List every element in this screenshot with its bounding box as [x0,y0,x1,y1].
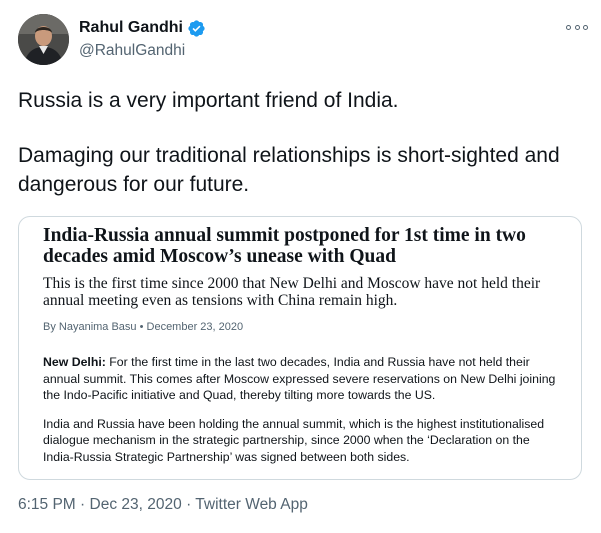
tweet: Rahul Gandhi @RahulGandhi Russia is a ve… [0,0,601,533]
article-preview: India-Russia annual summit postponed for… [43,225,563,465]
verified-badge-icon [187,19,206,38]
tweet-paragraph: Russia is a very important friend of Ind… [18,89,399,112]
tweet-text: Russia is a very important friend of Ind… [18,86,588,199]
article-standfirst: This is the first time since 2000 that N… [43,275,541,309]
article-headline: India-Russia annual summit postponed for… [43,225,526,267]
tweet-header: Rahul Gandhi @RahulGandhi [18,14,588,66]
display-name[interactable]: Rahul Gandhi [79,19,183,37]
link-card[interactable]: India-Russia annual summit postponed for… [18,216,582,480]
tweet-date[interactable]: Dec 23, 2020 [90,496,182,513]
avatar-image [18,14,69,65]
handle[interactable]: @RahulGandhi [79,42,206,60]
meta-separator: · [186,496,192,513]
more-dot [574,24,580,30]
article-paragraph: New Delhi: For the first time in the las… [43,354,563,404]
article-byline: By Nayanima Basu • December 23, 2020 [43,321,244,333]
meta-separator: · [80,496,86,513]
article-dateline: New Delhi: [43,355,106,369]
tweet-time[interactable]: 6:15 PM [18,496,76,513]
more-dot [583,24,588,30]
tweet-source[interactable]: Twitter Web App [195,496,308,513]
tweet-paragraph: Damaging our traditional relationships i… [18,144,560,196]
author-names: Rahul Gandhi @RahulGandhi [79,18,206,60]
article-paragraph: India and Russia have been holding the a… [43,416,545,464]
article-paragraph-text: For the first time in the last two decad… [43,355,556,402]
more-dot [566,24,571,30]
tweet-meta: 6:15 PM · Dec 23, 2020 · Twitter Web App [18,496,308,514]
more-options-icon[interactable] [566,20,588,34]
avatar[interactable] [18,14,69,65]
